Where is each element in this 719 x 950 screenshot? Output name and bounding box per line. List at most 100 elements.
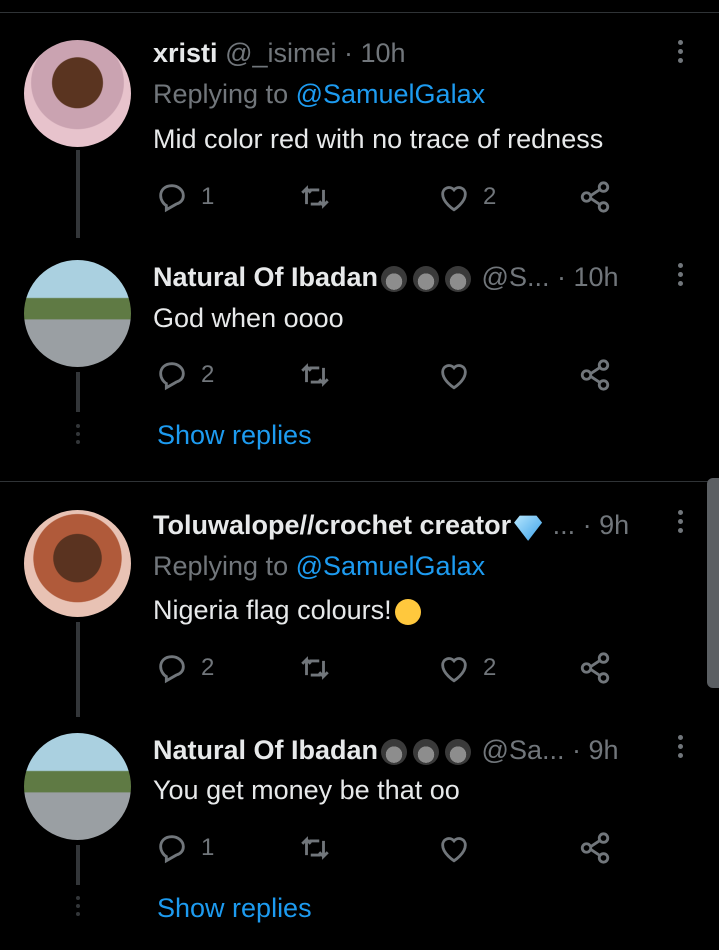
display-name[interactable]: Toluwalope//crochet creator xyxy=(153,510,511,540)
replying-to: Replying to @SamuelGalax xyxy=(153,551,485,582)
reply-icon xyxy=(159,362,185,391)
display-name[interactable]: Natural Of Ibadan xyxy=(153,262,378,292)
retweet-icon xyxy=(301,656,329,680)
reply-count: 2 xyxy=(201,361,215,388)
replying-to-label: Replying to xyxy=(153,551,296,581)
separator: · xyxy=(549,262,574,292)
like-button[interactable]: 2 xyxy=(437,177,496,217)
tweet-actions: 2 xyxy=(153,355,623,395)
gorilla-emoji-icon xyxy=(445,265,472,292)
retweet-button[interactable] xyxy=(298,648,344,688)
tweet-text: God when oooo xyxy=(153,303,344,333)
timestamp[interactable]: 9h xyxy=(599,510,629,540)
heart-icon xyxy=(441,364,467,390)
gorilla-emoji-icon xyxy=(381,738,408,765)
tweet-text: Mid color red with no trace of redness xyxy=(153,124,604,154)
tweet-header: Natural Of Ibadan @Sa... · 9h xyxy=(153,735,619,766)
thread-line xyxy=(76,372,80,412)
top-border xyxy=(0,0,719,13)
more-vertical-icon[interactable] xyxy=(672,510,688,540)
thread-dots xyxy=(76,424,80,448)
thread-dots xyxy=(76,896,80,920)
reply-icon xyxy=(159,184,185,213)
separator: · xyxy=(564,735,589,765)
reply-icon xyxy=(159,835,185,864)
tweet-actions: 1 2 xyxy=(153,177,623,217)
avatar[interactable] xyxy=(24,733,131,840)
username[interactable]: @_isimei xyxy=(225,38,336,68)
thread-line xyxy=(76,150,80,238)
username[interactable]: ... xyxy=(553,510,576,540)
share-button[interactable] xyxy=(578,648,612,688)
mention-link[interactable]: @SamuelGalax xyxy=(296,79,486,109)
heart-icon xyxy=(441,657,467,683)
heart-icon xyxy=(441,186,467,212)
reply-count: 1 xyxy=(201,834,215,861)
more-vertical-icon[interactable] xyxy=(672,735,688,765)
tweet-header: Natural Of Ibadan @S... · 10h xyxy=(153,262,619,293)
username[interactable]: @Sa... xyxy=(482,735,565,765)
gorilla-emoji-icon xyxy=(413,265,440,292)
gorilla-emoji-icon xyxy=(381,265,408,292)
username[interactable]: @S... xyxy=(482,262,550,292)
separator: · xyxy=(336,38,361,68)
thread-line xyxy=(76,845,80,885)
mention-link[interactable]: @SamuelGalax xyxy=(296,551,486,581)
reply-button[interactable]: 2 xyxy=(155,355,214,395)
avatar[interactable] xyxy=(24,510,131,617)
like-count: 2 xyxy=(483,183,497,210)
reply-count: 2 xyxy=(201,654,215,681)
retweet-button[interactable] xyxy=(298,355,344,395)
diamond-emoji-icon xyxy=(514,515,543,541)
sad-face-emoji-icon xyxy=(394,598,421,625)
share-button[interactable] xyxy=(578,828,612,868)
like-count: 2 xyxy=(483,654,497,681)
share-icon xyxy=(580,359,610,391)
replying-to-label: Replying to xyxy=(153,79,296,109)
thread-line xyxy=(76,622,80,717)
tweet-text: Nigeria flag colours! xyxy=(153,595,424,626)
retweet-button[interactable] xyxy=(298,828,344,868)
tweet-header: xristi @_isimei · 10h xyxy=(153,38,406,69)
display-name[interactable]: xristi xyxy=(153,38,218,68)
retweet-icon xyxy=(301,363,329,387)
reply-icon xyxy=(159,655,185,684)
tweet-actions: 1 xyxy=(153,828,623,868)
heart-icon xyxy=(441,837,467,863)
timestamp[interactable]: 10h xyxy=(573,262,618,292)
like-button[interactable] xyxy=(437,355,483,395)
share-button[interactable] xyxy=(578,177,612,217)
retweet-icon xyxy=(301,836,329,860)
more-vertical-icon[interactable] xyxy=(672,40,688,70)
share-icon xyxy=(580,652,610,684)
retweet-icon xyxy=(301,185,329,209)
show-replies-link[interactable]: Show replies xyxy=(157,420,312,451)
tweet-header: Toluwalope//crochet creator ... · 9h xyxy=(153,510,629,541)
reply-button[interactable]: 1 xyxy=(155,177,214,217)
avatar[interactable] xyxy=(24,260,131,367)
like-button[interactable] xyxy=(437,828,483,868)
show-replies-link[interactable]: Show replies xyxy=(157,893,312,924)
gorilla-emoji-icon xyxy=(413,738,440,765)
thread-divider xyxy=(0,481,719,482)
share-icon xyxy=(580,832,610,864)
separator: · xyxy=(575,510,600,540)
replying-to: Replying to @SamuelGalax xyxy=(153,79,485,110)
retweet-button[interactable] xyxy=(298,177,344,217)
reply-count: 1 xyxy=(201,183,215,210)
reply-button[interactable]: 2 xyxy=(155,648,214,688)
timestamp[interactable]: 9h xyxy=(589,735,619,765)
avatar[interactable] xyxy=(24,40,131,147)
like-button[interactable]: 2 xyxy=(437,648,496,688)
scrollbar[interactable] xyxy=(707,478,719,688)
tweet-actions: 2 2 xyxy=(153,648,623,688)
tweet-text: You get money be that oo xyxy=(153,775,460,805)
more-vertical-icon[interactable] xyxy=(672,263,688,293)
share-icon xyxy=(580,181,610,213)
timestamp[interactable]: 10h xyxy=(361,38,406,68)
display-name[interactable]: Natural Of Ibadan xyxy=(153,735,378,765)
share-button[interactable] xyxy=(578,355,612,395)
tweet-text-content: Nigeria flag colours! xyxy=(153,595,392,625)
reply-button[interactable]: 1 xyxy=(155,828,214,868)
gorilla-emoji-icon xyxy=(445,738,472,765)
